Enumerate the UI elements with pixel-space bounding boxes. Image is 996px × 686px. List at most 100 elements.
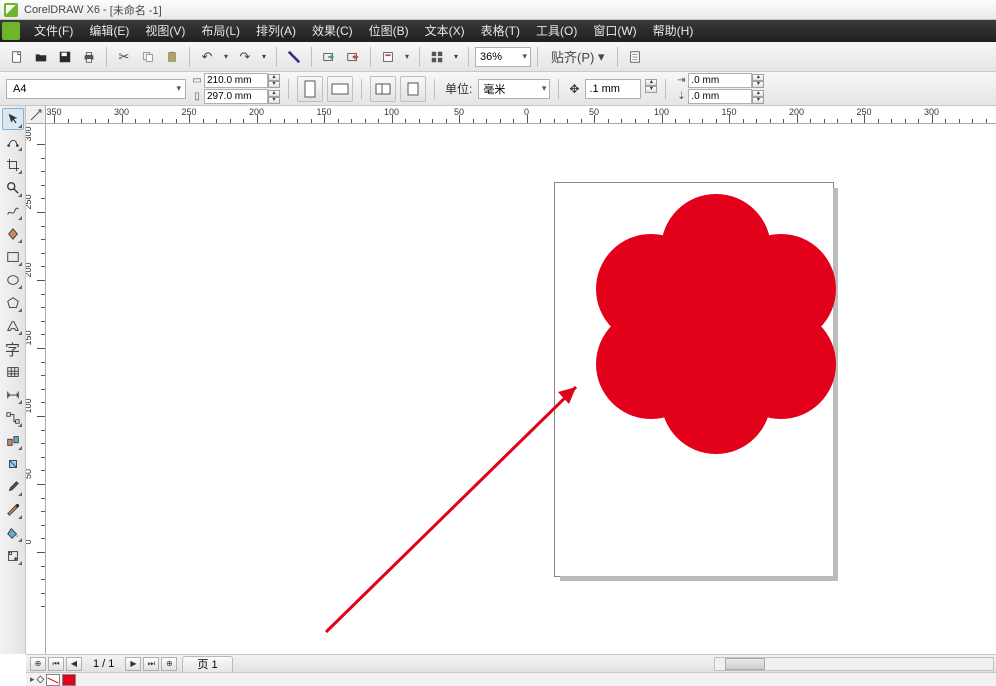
- new-button[interactable]: [6, 46, 28, 68]
- dimension-tool[interactable]: [2, 384, 24, 406]
- unit-label: 单位:: [445, 80, 472, 97]
- fill-tool[interactable]: [2, 522, 24, 544]
- save-button[interactable]: [54, 46, 76, 68]
- portrait-button[interactable]: [297, 76, 323, 102]
- width-icon: ▭: [190, 75, 204, 86]
- transparency-tool[interactable]: [2, 453, 24, 475]
- last-page-button[interactable]: ⏭: [143, 657, 159, 671]
- menu-logo-icon: [2, 22, 20, 40]
- dup-y-icon: ⇣: [674, 91, 688, 102]
- first-page-button[interactable]: ⏮: [48, 657, 64, 671]
- drawing-canvas[interactable]: [46, 124, 996, 654]
- flower-shape[interactable]: [596, 194, 836, 424]
- smart-fill-tool[interactable]: [2, 223, 24, 245]
- app-launcher-button[interactable]: [426, 46, 448, 68]
- menu-edit[interactable]: 编辑(E): [81, 20, 137, 42]
- nudge-distance-input[interactable]: [585, 79, 641, 99]
- ellipse-tool[interactable]: [2, 269, 24, 291]
- redo-dropdown[interactable]: ▾: [258, 46, 270, 68]
- text-tool[interactable]: 字: [2, 338, 24, 360]
- shape-tool[interactable]: [2, 131, 24, 153]
- menu-arrange[interactable]: 排列(A): [248, 20, 304, 42]
- blend-tool[interactable]: [2, 430, 24, 452]
- doc-title: [未命名 -1]: [110, 2, 162, 18]
- menu-view[interactable]: 视图(V): [137, 20, 193, 42]
- horizontal-scrollbar[interactable]: [714, 657, 994, 671]
- page-dimensions: ▭▴▾ ▯▴▾: [190, 73, 280, 104]
- fill-indicator-icon[interactable]: ◇: [37, 674, 45, 685]
- height-up[interactable]: ▴: [268, 90, 280, 97]
- undo-dropdown[interactable]: ▾: [220, 46, 232, 68]
- nudge-down[interactable]: ▾: [645, 86, 657, 93]
- dup-x-input[interactable]: [688, 73, 752, 88]
- menu-text[interactable]: 文本(X): [417, 20, 473, 42]
- width-up[interactable]: ▴: [268, 74, 280, 81]
- search-button[interactable]: [283, 46, 305, 68]
- play-icon[interactable]: ▸: [30, 674, 35, 685]
- cut-button[interactable]: ✂: [113, 46, 135, 68]
- add-page-after-button[interactable]: ⊕: [161, 657, 177, 671]
- paste-button[interactable]: [161, 46, 183, 68]
- rectangle-tool[interactable]: [2, 246, 24, 268]
- publish-dropdown[interactable]: ▾: [401, 46, 413, 68]
- menu-bitmap[interactable]: 位图(B): [361, 20, 417, 42]
- paper-size-select[interactable]: A4: [6, 79, 186, 99]
- snap-button[interactable]: 贴齐(P) ▾: [544, 46, 611, 68]
- redo-button[interactable]: ↷: [234, 46, 256, 68]
- fill-swatch-red[interactable]: [62, 674, 76, 686]
- menu-layout[interactable]: 布局(L): [193, 20, 248, 42]
- canvas-area[interactable]: 35030025020015010050050100150200250300 3…: [26, 106, 996, 654]
- ruler-origin[interactable]: [26, 106, 46, 124]
- polygon-tool[interactable]: [2, 292, 24, 314]
- outline-swatch-none[interactable]: [46, 674, 60, 686]
- unit-select[interactable]: 毫米: [478, 79, 550, 99]
- options-button[interactable]: [624, 46, 646, 68]
- app-title: CorelDRAW X6: [24, 4, 100, 16]
- next-page-button[interactable]: ▶: [125, 657, 141, 671]
- export-button[interactable]: [342, 46, 364, 68]
- crop-tool[interactable]: [2, 154, 24, 176]
- pick-tool[interactable]: [2, 108, 24, 130]
- import-button[interactable]: [318, 46, 340, 68]
- all-pages-button[interactable]: [370, 76, 396, 102]
- table-tool[interactable]: [2, 361, 24, 383]
- standard-toolbar: ✂ ↶ ▾ ↷ ▾ ▾ ▾ 36% 贴齐(P) ▾: [0, 42, 996, 72]
- height-down[interactable]: ▾: [268, 97, 280, 104]
- menu-window[interactable]: 窗口(W): [585, 20, 644, 42]
- open-button[interactable]: [30, 46, 52, 68]
- width-down[interactable]: ▾: [268, 81, 280, 88]
- outline-tool[interactable]: [2, 499, 24, 521]
- freehand-tool[interactable]: [2, 200, 24, 222]
- basic-shapes-tool[interactable]: [2, 315, 24, 337]
- app-launcher-dropdown[interactable]: ▾: [450, 46, 462, 68]
- page-tab-1[interactable]: 页 1: [182, 656, 232, 672]
- page-width-input[interactable]: [204, 73, 268, 88]
- interactive-fill-tool[interactable]: [2, 545, 24, 567]
- zoom-level-select[interactable]: 36%: [475, 47, 531, 67]
- page-height-input[interactable]: [204, 89, 268, 104]
- zoom-tool[interactable]: [2, 177, 24, 199]
- publish-button[interactable]: [377, 46, 399, 68]
- status-color-strip: ▸ ◇: [26, 672, 996, 686]
- eyedropper-tool[interactable]: [2, 476, 24, 498]
- landscape-button[interactable]: [327, 76, 353, 102]
- vertical-ruler[interactable]: 300250200150100500: [26, 124, 46, 654]
- menu-help[interactable]: 帮助(H): [645, 20, 702, 42]
- current-page-button[interactable]: [400, 76, 426, 102]
- dup-y-input[interactable]: [688, 89, 752, 104]
- menu-table[interactable]: 表格(T): [473, 20, 528, 42]
- toolbox: 字: [0, 106, 26, 654]
- property-bar: A4 ▭▴▾ ▯▴▾ 单位: 毫米 ✥ ▴▾ ⇥▴▾ ⇣▴▾: [0, 72, 996, 106]
- page-counter: 1 / 1: [83, 658, 124, 670]
- copy-button[interactable]: [137, 46, 159, 68]
- nudge-up[interactable]: ▴: [645, 79, 657, 86]
- print-button[interactable]: [78, 46, 100, 68]
- menu-tools[interactable]: 工具(O): [528, 20, 585, 42]
- undo-button[interactable]: ↶: [196, 46, 218, 68]
- add-page-button[interactable]: ⊕: [30, 657, 46, 671]
- connector-tool[interactable]: [2, 407, 24, 429]
- menu-effects[interactable]: 效果(C): [304, 20, 361, 42]
- menu-file[interactable]: 文件(F): [26, 20, 81, 42]
- prev-page-button[interactable]: ◀: [66, 657, 82, 671]
- horizontal-ruler[interactable]: 35030025020015010050050100150200250300: [46, 106, 996, 124]
